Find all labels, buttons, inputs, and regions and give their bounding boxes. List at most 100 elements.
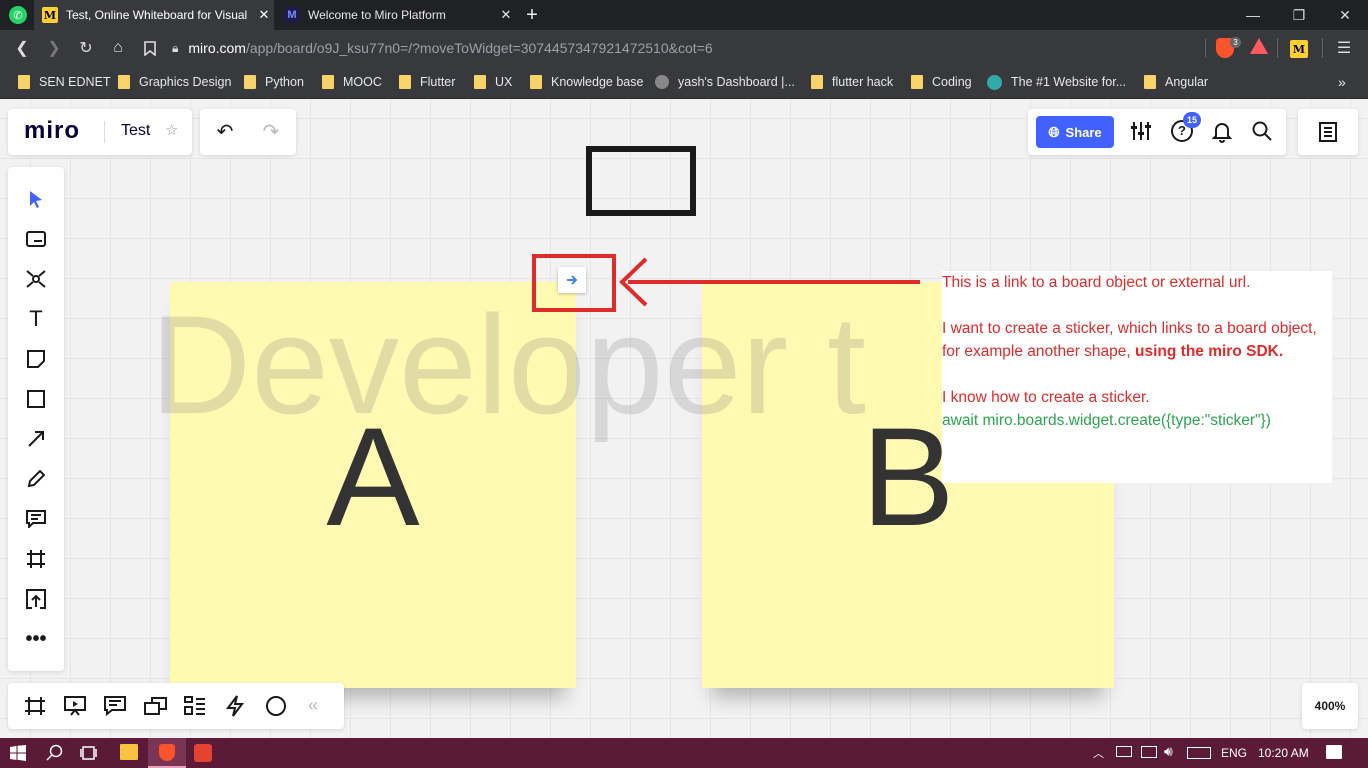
- new-tab-button[interactable]: +: [520, 3, 544, 27]
- bookmark-angular[interactable]: Angular: [1144, 72, 1208, 92]
- file-explorer-icon[interactable]: [120, 744, 138, 760]
- battery-icon[interactable]: [1116, 746, 1132, 757]
- pen-icon[interactable]: [8, 459, 64, 499]
- rectangle-shape[interactable]: [586, 146, 696, 216]
- tab-miro-board[interactable]: M Test, Online Whiteboard for Visual ✕: [34, 0, 274, 30]
- bookmark-ux[interactable]: UX: [474, 72, 512, 92]
- todoist-icon[interactable]: [194, 744, 212, 762]
- whatsapp-icon[interactable]: ✆: [9, 6, 27, 24]
- select-icon[interactable]: [8, 179, 64, 219]
- network-icon[interactable]: [1141, 746, 1157, 758]
- sticky-note-icon[interactable]: [8, 339, 64, 379]
- power-icon[interactable]: [226, 695, 244, 722]
- note-spacer: [942, 363, 1332, 386]
- minimize-icon[interactable]: —: [1230, 0, 1276, 30]
- frame-icon[interactable]: [8, 539, 64, 579]
- more-bookmarks-icon[interactable]: »: [1338, 72, 1346, 92]
- search-icon[interactable]: [1252, 121, 1272, 146]
- bookmark-website[interactable]: The #1 Website for...: [987, 72, 1126, 92]
- upload-icon[interactable]: [8, 579, 64, 619]
- collapse-icon[interactable]: «: [308, 695, 318, 716]
- keyboard-icon[interactable]: [1187, 747, 1211, 759]
- forward-icon[interactable]: ❯: [43, 37, 65, 59]
- close-window-icon[interactable]: ✕: [1322, 0, 1368, 30]
- address-bar[interactable]: 🔒︎ miro.com /app/board/o9J_ksu77n0=/?mov…: [172, 34, 1282, 62]
- cards-icon[interactable]: [144, 696, 168, 721]
- back-icon[interactable]: ❮: [11, 37, 33, 59]
- divider: [1322, 38, 1323, 58]
- folder-icon: [399, 75, 411, 89]
- bookmark-mooc[interactable]: MOOC: [322, 72, 382, 92]
- folder-icon: [530, 75, 542, 89]
- template-icon[interactable]: [8, 219, 64, 259]
- zoom-level[interactable]: 400%: [1302, 683, 1358, 729]
- brave-icon: [159, 744, 175, 761]
- undo-redo-panel: ↶ ↷: [200, 109, 296, 155]
- star-icon[interactable]: ☆: [165, 121, 178, 139]
- chevron-up-icon[interactable]: ︿: [1093, 745, 1104, 761]
- bookmark-flutter-hack[interactable]: flutter hack: [811, 72, 893, 92]
- redo-icon[interactable]: ↷: [258, 119, 284, 145]
- lock-icon: 🔒︎: [172, 40, 179, 55]
- share-button[interactable]: 🌐︎ Share: [1036, 116, 1114, 148]
- bookmark-python[interactable]: Python: [244, 72, 304, 92]
- search-icon[interactable]: [46, 744, 64, 767]
- text-icon[interactable]: T: [8, 299, 64, 339]
- arrow-icon[interactable]: [8, 419, 64, 459]
- divider: [1277, 38, 1278, 58]
- divider: [1205, 39, 1206, 57]
- restore-icon[interactable]: ❐: [1276, 0, 1322, 30]
- windows-start-icon[interactable]: [10, 745, 26, 766]
- kanban-icon[interactable]: [184, 696, 206, 721]
- task-view-icon[interactable]: [80, 745, 98, 766]
- site-icon: [987, 74, 1002, 90]
- undo-icon[interactable]: ↶: [212, 119, 238, 145]
- comments-icon[interactable]: [104, 696, 126, 721]
- folder-icon: [244, 75, 256, 89]
- circle-icon[interactable]: [265, 695, 287, 722]
- miro-logo[interactable]: miro: [24, 117, 80, 145]
- settings-sliders-icon[interactable]: [1130, 121, 1152, 146]
- bookmark-yash-dashboard[interactable]: yash's Dashboard |...: [655, 72, 795, 92]
- close-tab-icon[interactable]: ✕: [496, 7, 516, 23]
- bookmark-sen-ednet[interactable]: SEN EDNET: [18, 72, 111, 92]
- link-badge[interactable]: [558, 267, 586, 293]
- reload-icon[interactable]: ↻: [75, 37, 97, 59]
- menu-icon[interactable]: ☰: [1333, 37, 1355, 59]
- note-bold: using the miro SDK.: [1135, 343, 1284, 360]
- tab-title: Test, Online Whiteboard for Visual: [66, 8, 248, 22]
- comment-icon[interactable]: [8, 499, 64, 539]
- volume-icon[interactable]: 🔊︎: [1164, 743, 1173, 760]
- language-indicator[interactable]: ENG: [1221, 746, 1247, 760]
- folder-icon: [118, 75, 130, 89]
- note-line-2: I want to create a sticker, which links …: [942, 320, 1317, 360]
- bookmark-knowledge-base[interactable]: Knowledge base: [530, 72, 643, 92]
- annotation-note: This is a link to a board object or exte…: [942, 271, 1332, 483]
- home-icon[interactable]: ⌂: [107, 37, 129, 59]
- shape-icon[interactable]: [8, 379, 64, 419]
- miro-board-canvas[interactable]: Developer t A B This is a link to a boar…: [0, 99, 1368, 738]
- miro-favicon-icon: M: [42, 7, 58, 23]
- presentation-icon[interactable]: [64, 695, 86, 722]
- brave-rewards-icon[interactable]: [1250, 38, 1268, 54]
- close-tab-icon[interactable]: ✕: [254, 7, 274, 23]
- mind-map-icon[interactable]: [8, 259, 64, 299]
- tab-miro-platform[interactable]: M Welcome to Miro Platform ✕: [276, 0, 516, 30]
- bookmark-graphics-design[interactable]: Graphics Design: [118, 72, 231, 92]
- frames-icon[interactable]: [24, 696, 46, 721]
- board-name[interactable]: Test: [121, 122, 150, 140]
- board-notes-icon[interactable]: [1318, 121, 1338, 148]
- url-path: /app/board/o9J_ksu77n0=/?moveToWidget=30…: [245, 40, 713, 56]
- notifications-icon[interactable]: [1326, 745, 1342, 759]
- bookmark-flutter[interactable]: Flutter: [399, 72, 455, 92]
- more-icon[interactable]: •••: [8, 619, 64, 659]
- bookmark-coding[interactable]: Coding: [911, 72, 972, 92]
- bookmark-icon[interactable]: [139, 37, 161, 59]
- miro-dev-favicon-icon: M: [284, 7, 300, 23]
- brave-taskbar-button[interactable]: [148, 738, 186, 768]
- miro-extension-icon[interactable]: M: [1290, 40, 1308, 58]
- left-toolbar: T •••: [8, 167, 64, 671]
- board-header-panel: miro Test ☆: [8, 109, 192, 155]
- clock[interactable]: 10:20 AM: [1258, 746, 1309, 760]
- bell-icon[interactable]: [1211, 121, 1233, 148]
